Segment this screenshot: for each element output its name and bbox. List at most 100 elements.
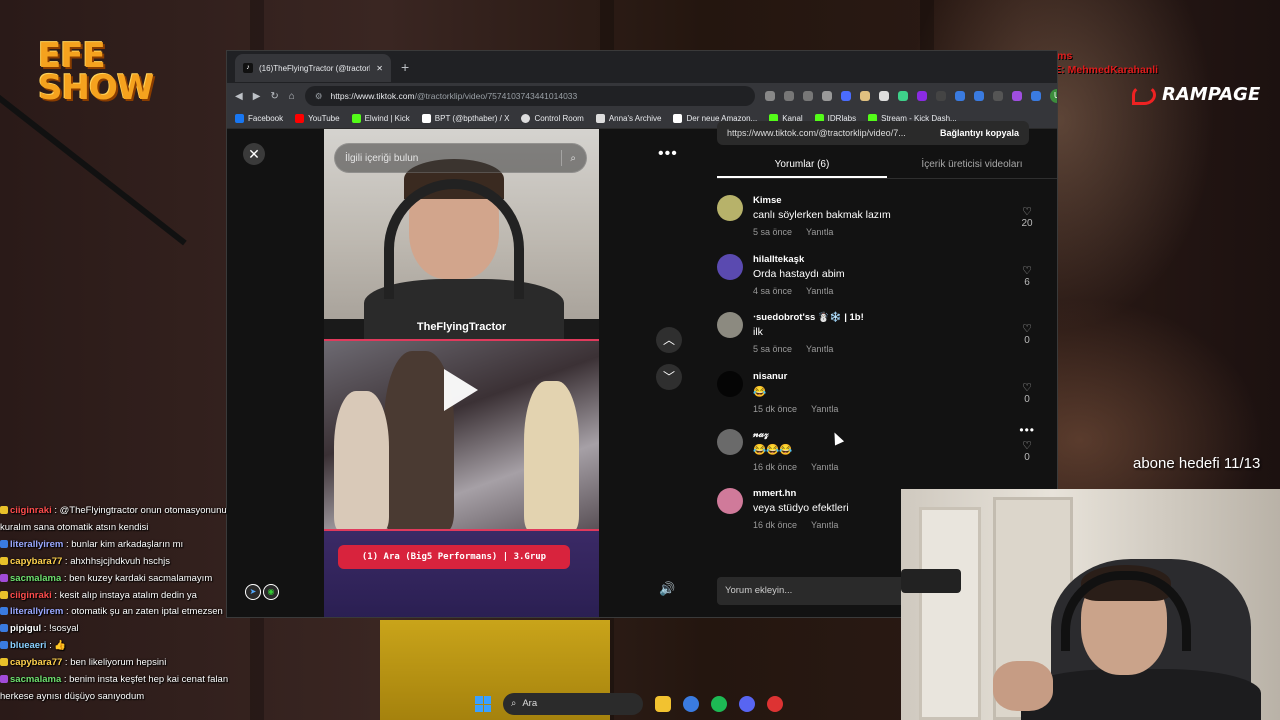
chat-message: ciiginraki : @TheFlyingtractor onun otom… <box>0 503 300 520</box>
heart-icon: ♡ <box>1022 381 1032 394</box>
bookmark-elwind[interactable]: Elwind | Kick <box>351 114 410 123</box>
heart-icon: ♡ <box>1022 440 1032 453</box>
like-button[interactable]: ♡ 0 <box>1017 322 1037 346</box>
emote-icon[interactable]: ◉ <box>263 584 279 600</box>
chat-message: literallyirem : bunlar kim arkadaşların … <box>0 537 300 554</box>
avatar[interactable] <box>717 312 743 339</box>
heart-icon: ♡ <box>1022 264 1032 277</box>
extension-icon[interactable] <box>954 91 965 101</box>
bookmark-annas-archive[interactable]: Anna's Archive <box>595 114 661 123</box>
avatar[interactable] <box>717 370 743 397</box>
translate-icon[interactable]: ➤ <box>245 584 261 600</box>
search-icon: ⌕ <box>511 698 517 709</box>
comment-options-icon[interactable]: ••• <box>1019 423 1035 437</box>
reply-button[interactable]: Yanıtla <box>806 344 833 354</box>
comment-username[interactable]: 𝓃𝒶𝓏 <box>753 425 1037 440</box>
comment-text: Orda hastaydı abim <box>753 267 845 280</box>
chat-message: herkese aynısı düşüyo sanıyodum <box>0 690 145 702</box>
reply-button[interactable]: Yanıtla <box>811 462 838 472</box>
related-search-input[interactable]: İlgili içeriği bulun ⌕ <box>334 143 587 173</box>
translate-icon[interactable] <box>783 91 794 101</box>
avatar[interactable] <box>717 487 743 514</box>
reply-button[interactable]: Yanıtla <box>811 404 838 414</box>
tab-creator-videos[interactable]: İçerik üreticisi videoları <box>887 155 1057 178</box>
puzzle-icon[interactable] <box>973 91 984 101</box>
sponsor-logo: RAMPAGE <box>1132 84 1260 105</box>
avatar[interactable] <box>717 429 743 456</box>
reply-button[interactable]: Yanıtla <box>806 286 833 296</box>
previous-video-button[interactable]: ︿ <box>656 327 682 353</box>
avatar[interactable] <box>717 253 743 280</box>
more-options-icon[interactable]: ••• <box>658 145 678 163</box>
video-link[interactable]: https://www.tiktok.com/@tractorklip/vide… <box>727 128 930 138</box>
bookmark-bpt[interactable]: BPT (@bpthaber) / X <box>421 114 509 123</box>
next-video-button[interactable]: ﹀ <box>656 364 682 390</box>
forward-icon[interactable]: ▶ <box>253 91 261 102</box>
video-dance-scene <box>324 339 599 531</box>
extension-icon[interactable] <box>840 91 851 101</box>
taskbar-search[interactable]: ⌕ Ara <box>503 693 643 715</box>
address-row: ◀ ▶ ↻ ⌂ ⚙ https://www.tiktok.com/@tracto… <box>227 83 1057 109</box>
close-tab-icon[interactable]: ✕ <box>376 64 383 73</box>
discord-icon[interactable] <box>739 696 755 712</box>
video-player[interactable]: TheFlyingTractor (1) Ara (Big5 Performan… <box>324 129 599 617</box>
tab-comments[interactable]: Yorumlar (6) <box>717 155 887 178</box>
video-banner: (1) Ara (Big5 Performans) | 3.Grup <box>338 545 570 569</box>
spotify-icon[interactable] <box>711 696 727 712</box>
like-button[interactable]: ♡ 0 <box>1017 439 1037 463</box>
tab-bar: ♪ (16)TheFlyingTractor (@tractorkl ✕ + <box>227 51 1057 83</box>
share-icon[interactable] <box>802 91 813 101</box>
like-button[interactable]: ♡ 6 <box>1017 264 1037 288</box>
like-button[interactable]: ♡ 0 <box>1017 381 1037 405</box>
new-tab-button[interactable]: + <box>401 59 409 75</box>
chrome-icon[interactable] <box>683 696 699 712</box>
bookmark-icon[interactable] <box>821 91 832 101</box>
add-comment-input[interactable]: Yorum ekleyin... <box>717 577 917 605</box>
comment-time: 5 sa önce <box>753 227 793 237</box>
streamer-webcam <box>901 489 1280 720</box>
comment-username[interactable]: nisanur <box>753 367 1037 382</box>
extension-icon[interactable] <box>859 91 870 101</box>
address-bar[interactable]: ⚙ https://www.tiktok.com/@tractorklip/vi… <box>304 86 755 106</box>
bookmark-youtube[interactable]: YouTube <box>295 114 340 123</box>
chat-action-buttons: ➤ ◉ <box>245 584 279 600</box>
video-caption-area: (1) Ara (Big5 Performans) | 3.Grup <box>324 529 599 617</box>
comment-time: 16 dk önce <box>753 462 798 473</box>
chat-message: sacmalama : benim insta keşfet hep kai c… <box>0 672 300 689</box>
extension-icon[interactable] <box>916 91 927 101</box>
reload-icon[interactable]: ↻ <box>270 91 278 102</box>
extension-icon[interactable] <box>878 91 889 101</box>
avatar[interactable] <box>717 195 743 221</box>
home-icon[interactable]: ⌂ <box>289 91 295 102</box>
bookmark-facebook[interactable]: Facebook <box>235 114 283 123</box>
site-info-icon[interactable]: ⚙ <box>315 91 323 102</box>
bookmark-control-room[interactable]: Control Room <box>521 114 584 123</box>
file-explorer-icon[interactable] <box>655 696 671 712</box>
profile-avatar[interactable]: U <box>1049 89 1057 103</box>
extension-icon[interactable] <box>897 91 908 101</box>
browser-tab[interactable]: ♪ (16)TheFlyingTractor (@tractorkl ✕ <box>235 54 391 82</box>
comment-item: 𝓃𝒶𝓏 😂😂😂 16 dk önce Yanıtla ••• ♡ 0 <box>717 423 1037 484</box>
volume-icon[interactable]: 🔊 <box>659 581 675 597</box>
comment-username[interactable]: ⋅suedobrot'ss ☃️❄️ | 1b! <box>753 308 1037 323</box>
like-button[interactable]: ♡ 20 <box>1017 205 1037 229</box>
search-icon[interactable]: ⌕ <box>570 153 576 164</box>
windows-start-icon[interactable] <box>475 696 491 712</box>
extension-icon[interactable] <box>935 91 946 101</box>
extension-icon[interactable] <box>992 91 1003 101</box>
reply-button[interactable]: Yanıtla <box>811 520 838 530</box>
copy-link-button[interactable]: Bağlantıyı kopyala <box>940 128 1019 138</box>
comment-item: hilalltekaşk Orda hastaydı abim 4 sa önc… <box>717 250 1037 309</box>
install-icon[interactable] <box>764 91 775 101</box>
comment-username[interactable]: Kimse <box>753 191 1037 206</box>
back-icon[interactable]: ◀ <box>235 91 243 102</box>
extension-icon[interactable] <box>1011 91 1022 101</box>
close-video-button[interactable]: ✕ <box>243 143 265 165</box>
play-icon[interactable] <box>444 369 478 411</box>
heart-icon: ♡ <box>1022 323 1032 336</box>
app-icon[interactable] <box>767 696 783 712</box>
sidebar-icon[interactable] <box>1030 91 1041 101</box>
reply-button[interactable]: Yanıtla <box>806 227 833 237</box>
chat-message: capybara77 : ahxhhsjcjhdkvuh hschjs <box>0 554 300 571</box>
comment-username[interactable]: hilalltekaşk <box>753 250 1037 265</box>
